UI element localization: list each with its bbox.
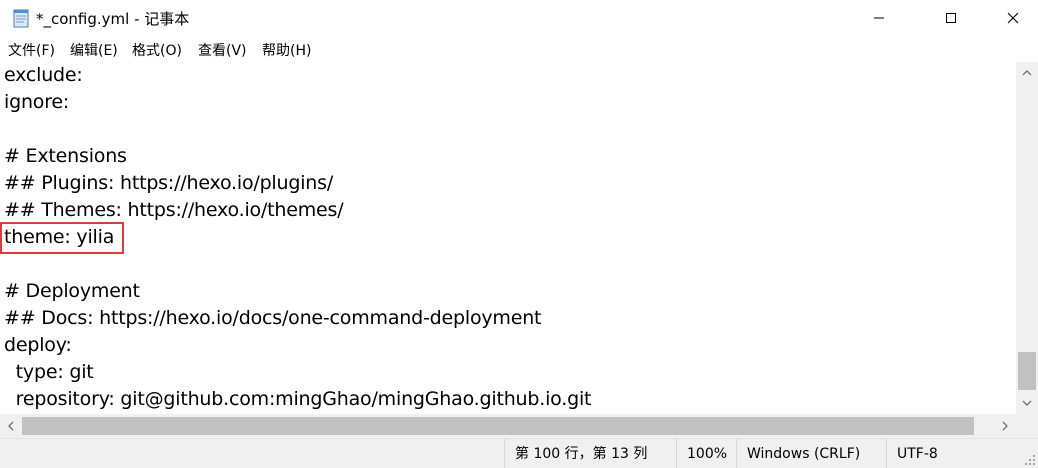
- maximize-button[interactable]: [928, 0, 974, 36]
- editor-line: ## Docs: https://hexo.io/docs/one-comman…: [4, 307, 542, 329]
- scroll-left-button[interactable]: [0, 414, 22, 438]
- chevron-right-icon: [1002, 421, 1008, 431]
- close-button[interactable]: [990, 0, 1036, 36]
- highlight-annotation-box: [0, 222, 124, 254]
- title-bar[interactable]: *_config.yml - 记事本: [0, 0, 1038, 36]
- encoding: UTF-8: [886, 439, 1016, 468]
- menu-view[interactable]: 查看(V): [198, 40, 247, 60]
- menu-edit[interactable]: 编辑(E): [70, 40, 118, 60]
- maximize-icon: [946, 13, 956, 23]
- zoom-level: 100%: [676, 439, 736, 468]
- editor-line: ## Plugins: https://hexo.io/plugins/: [4, 172, 334, 194]
- cursor-position: 第 100 行，第 13 列: [504, 439, 672, 468]
- chevron-down-icon: [1022, 400, 1032, 406]
- menu-file[interactable]: 文件(F): [8, 40, 55, 60]
- editor-line: ignore:: [4, 91, 70, 113]
- close-icon: [1007, 12, 1019, 24]
- editor-line: deploy:: [4, 334, 72, 356]
- window-title: *_config.yml - 记事本: [36, 10, 190, 28]
- minimize-icon: [874, 17, 884, 19]
- chevron-up-icon: [1022, 70, 1032, 76]
- editor-line: # Deployment: [4, 280, 140, 302]
- scroll-right-button[interactable]: [994, 414, 1016, 438]
- menu-bar: 文件(F) 编辑(E) 格式(O) 查看(V) 帮助(H): [0, 36, 1038, 62]
- status-bar: 第 100 行，第 13 列 100% Windows (CRLF) UTF-8: [0, 438, 1038, 468]
- editor-line: # Extensions: [4, 145, 127, 167]
- vertical-scrollbar[interactable]: [1016, 62, 1038, 414]
- scrollbar-corner: [1016, 414, 1038, 438]
- menu-format[interactable]: 格式(O): [132, 40, 182, 60]
- editor-line: repository: git@github.com:mingGhao/ming…: [4, 388, 592, 410]
- scroll-up-button[interactable]: [1016, 62, 1038, 84]
- editor-line: ## Themes: https://hexo.io/themes/: [4, 199, 344, 221]
- text-editor[interactable]: exclude: ignore: # Extensions ## Plugins…: [0, 62, 1016, 414]
- chevron-left-icon: [8, 421, 14, 431]
- notepad-icon: [12, 8, 30, 28]
- vertical-scroll-thumb[interactable]: [1018, 352, 1036, 390]
- horizontal-scrollbar[interactable]: [0, 414, 1016, 438]
- scroll-down-button[interactable]: [1016, 392, 1038, 414]
- editor-line: type: git: [4, 361, 94, 383]
- resize-grip-icon[interactable]: [1024, 454, 1036, 466]
- horizontal-scroll-thumb[interactable]: [22, 417, 974, 435]
- menu-help[interactable]: 帮助(H): [262, 40, 311, 60]
- minimize-button[interactable]: [856, 0, 902, 36]
- editor-line: exclude:: [4, 64, 83, 86]
- line-ending: Windows (CRLF): [736, 439, 886, 468]
